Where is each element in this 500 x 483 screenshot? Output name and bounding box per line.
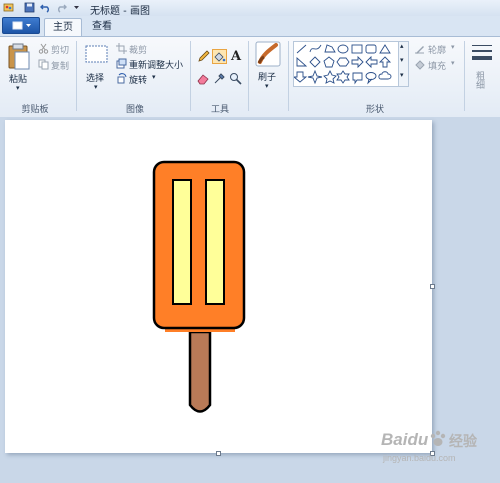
left-arrow-shape-icon[interactable]	[365, 55, 378, 69]
oval-shape-icon[interactable]	[337, 44, 349, 54]
eraser-tool[interactable]	[196, 71, 211, 86]
copy-button[interactable]: 复制	[51, 59, 69, 72]
select-button[interactable]: 选择 ▾	[82, 41, 112, 97]
four-point-star-shape-icon[interactable]	[307, 69, 323, 85]
group-separator	[190, 41, 191, 111]
popsicle-drawing	[152, 160, 246, 413]
down-arrow-shape-icon[interactable]	[292, 71, 308, 83]
pencil-icon	[198, 50, 210, 62]
watermark-brand: Baidu	[381, 430, 429, 449]
expand-gallery-icon[interactable]: ▾	[400, 71, 404, 79]
line-shape-icon[interactable]	[296, 44, 307, 54]
customize-toolbar-icon[interactable]	[71, 2, 82, 13]
group-separator	[288, 41, 289, 111]
tab-home[interactable]: 主页	[44, 18, 82, 37]
paint-bucket-icon	[214, 52, 226, 62]
rounded-rectangle-shape-icon[interactable]	[365, 44, 377, 54]
polygon-shape-icon[interactable]	[324, 44, 336, 53]
select-dropdown-icon[interactable]: ▾	[94, 83, 98, 91]
tab-view[interactable]: 查看	[84, 18, 120, 36]
magnifier-tool[interactable]	[228, 71, 243, 86]
title-bar: 无标题 - 画图	[0, 0, 500, 17]
rotate-dropdown-icon[interactable]: ▾	[152, 73, 156, 81]
select-icon	[85, 45, 108, 63]
shapes-scroll[interactable]: ▴ ▾ ▾	[398, 41, 409, 87]
paw-logo-icon	[430, 430, 446, 446]
save-icon[interactable]	[24, 2, 35, 13]
outline-button[interactable]: 轮廓	[428, 43, 446, 56]
size-button[interactable]: 粗细	[468, 41, 496, 111]
canvas-resize-handle-bottom[interactable]	[216, 451, 221, 456]
group-separator	[76, 41, 77, 111]
resize-icon	[116, 58, 127, 69]
scissors-icon	[38, 43, 49, 54]
rotate-icon	[117, 73, 127, 84]
brushes-button[interactable]: 刷子 ▾	[253, 41, 283, 97]
canvas-resize-handle-right[interactable]	[430, 284, 435, 289]
watermark-sub: 经验	[449, 433, 477, 449]
undo-icon[interactable]	[40, 2, 51, 13]
curve-shape-icon[interactable]	[309, 44, 322, 53]
paint-menu-button[interactable]	[2, 17, 40, 34]
crop-icon	[116, 43, 127, 54]
shapes-gallery	[292, 41, 399, 87]
group-separator	[464, 41, 465, 111]
outline-icon	[415, 46, 424, 54]
crop-button[interactable]: 裁剪	[129, 43, 147, 56]
line-width-icon	[472, 45, 492, 60]
scroll-up-icon[interactable]: ▴	[400, 42, 404, 50]
pentagon-shape-icon[interactable]	[323, 56, 335, 68]
tools-group-label: 工具	[210, 105, 229, 115]
paste-dropdown-icon[interactable]: ▾	[16, 84, 20, 92]
rectangle-shape-icon[interactable]	[351, 44, 363, 54]
outline-dropdown-icon[interactable]: ▾	[451, 43, 455, 51]
cloud-callout-shape-icon[interactable]	[378, 71, 392, 80]
drawing-canvas[interactable]	[5, 120, 432, 453]
paint-app-icon	[3, 3, 14, 12]
fill-icon	[415, 60, 425, 70]
pencil-tool[interactable]	[196, 49, 211, 64]
brushes-dropdown-icon[interactable]: ▾	[265, 82, 269, 90]
triangle-shape-icon[interactable]	[379, 44, 391, 54]
hexagon-shape-icon[interactable]	[336, 57, 350, 67]
right-triangle-shape-icon[interactable]	[296, 56, 308, 67]
scroll-down-icon[interactable]: ▾	[400, 56, 404, 64]
menu-icon	[12, 21, 31, 30]
size-label: 粗细	[474, 71, 484, 89]
oval-callout-shape-icon[interactable]	[365, 72, 377, 85]
up-arrow-shape-icon[interactable]	[378, 56, 392, 68]
color-picker-tool[interactable]	[212, 71, 227, 86]
redo-icon[interactable]	[56, 2, 67, 13]
text-tool[interactable]: A	[228, 49, 243, 64]
rotate-button[interactable]: 旋转	[129, 73, 147, 86]
fill-dropdown-icon[interactable]: ▾	[451, 59, 455, 67]
paste-button[interactable]: 粘贴 ▾	[4, 41, 34, 97]
ribbon: 粘贴 ▾ 剪切 复制 剪贴板 选择 ▾ 裁剪 重新调整大小 旋转 ▾ 图像 A …	[0, 36, 500, 118]
right-arrow-shape-icon[interactable]	[351, 55, 364, 69]
brush-icon	[255, 41, 281, 67]
fill-tool[interactable]	[212, 49, 227, 64]
clipboard-group-label: 剪贴板	[21, 105, 49, 115]
eraser-icon	[197, 74, 209, 85]
paste-icon	[8, 43, 30, 70]
resize-button[interactable]: 重新调整大小	[129, 58, 183, 71]
five-point-star-shape-icon[interactable]	[323, 69, 337, 84]
fill-button[interactable]: 填充	[428, 59, 446, 72]
eyedropper-icon	[214, 73, 225, 84]
ribbon-tab-row: 主页 查看	[0, 16, 500, 37]
rounded-callout-shape-icon[interactable]	[352, 72, 363, 85]
shapes-group-label: 形状	[365, 105, 384, 115]
image-group-label: 图像	[125, 105, 144, 115]
window-title: 无标题 - 画图	[90, 6, 150, 17]
magnifier-icon	[230, 73, 242, 85]
shapes-gallery-icons	[292, 44, 392, 85]
watermark-url: jingyan.baidu.com	[383, 453, 456, 463]
copy-icon	[38, 59, 49, 70]
diamond-shape-icon[interactable]	[309, 56, 321, 68]
group-separator	[248, 41, 249, 111]
text-tool-glyph: A	[231, 49, 242, 64]
six-point-star-shape-icon[interactable]	[336, 70, 350, 84]
cut-button[interactable]: 剪切	[51, 43, 69, 56]
